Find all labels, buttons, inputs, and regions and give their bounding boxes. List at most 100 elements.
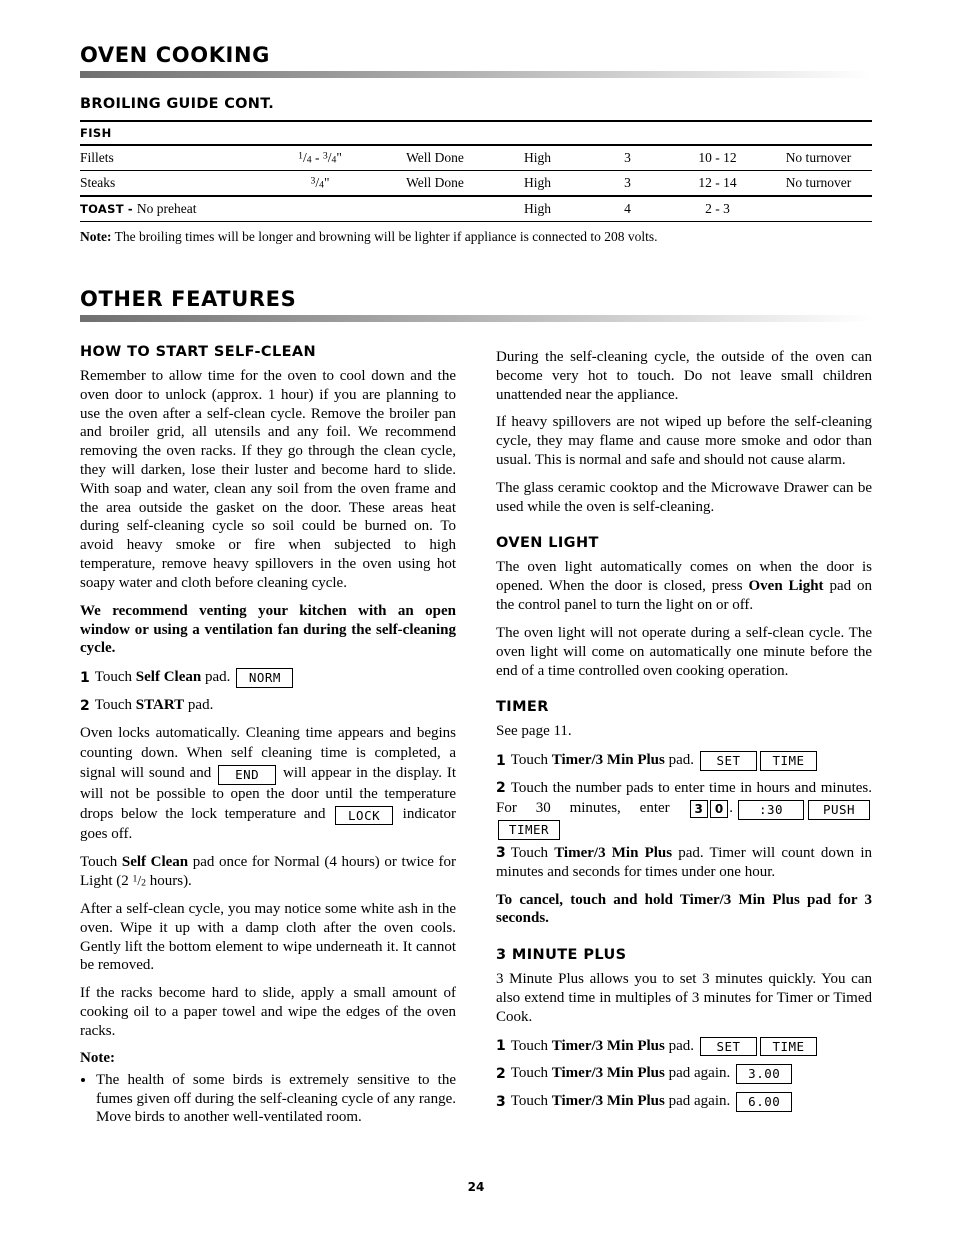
step-text-bold: Timer/3 Min Plus <box>551 1065 665 1082</box>
table-group-spacer-4 <box>585 120 670 146</box>
cell-note <box>765 195 872 222</box>
self-clean-step-2: 2 Touch START pad. <box>80 695 456 717</box>
toast-separator: - <box>127 202 133 217</box>
step-text-post: pad again. <box>664 1093 731 1110</box>
table-row: Fillets 1/4 - 3/4" Well Done High 3 10 -… <box>80 144 872 171</box>
cell-rack: 4 <box>585 195 670 222</box>
oven-light-paragraph-2: The oven light will not operate during a… <box>496 624 872 679</box>
three-min-plus-step-1: 1 Touch Timer/3 Min Plus pad. SET TIME <box>496 1036 872 1058</box>
oven-light-bold: Oven Light <box>748 578 824 595</box>
table-row-toast: TOAST - No preheat High 4 2 - 3 <box>80 195 872 222</box>
keypad-3: 3 <box>689 799 708 818</box>
left-column: HOW TO START SELF-CLEAN Remember to allo… <box>80 344 456 1129</box>
page-number: 24 <box>467 1180 485 1194</box>
self-clean-normal-light-paragraph: Touch Self Clean pad once for Normal (4 … <box>80 853 456 891</box>
step-text-pre: Touch <box>510 752 552 769</box>
cell-setting: High <box>490 195 585 222</box>
step-text-bold: START <box>135 696 185 713</box>
normal-pre: Touch <box>80 854 122 871</box>
self-clean-warning: We recommend venting your kitchen with a… <box>80 602 456 657</box>
step-text: Touch START pad. <box>95 695 214 717</box>
step-text-post: pad. <box>184 696 214 713</box>
step-text-bold: Timer/3 Min Plus <box>551 752 665 769</box>
right-column: During the self-cleaning cycle, the outs… <box>496 344 872 1129</box>
cell-rack: 3 <box>585 170 670 197</box>
self-clean-step-1: 1 Touch Self Clean pad. NORM <box>80 667 456 689</box>
normal-bold: Self Clean <box>121 854 189 871</box>
table-footnote: Note: The broiling times will be longer … <box>80 229 872 246</box>
timer-step-1: 1 Touch Timer/3 Min Plus pad. SET TIME <box>496 750 872 772</box>
cell-time: 12 - 14 <box>670 170 765 197</box>
timer-step-2: 2 Touch the number pads to enter time in … <box>496 778 872 840</box>
display-time: TIME <box>760 1036 818 1057</box>
step-text: Touch Timer/3 Min Plus pad again. <box>511 1091 730 1113</box>
cell-toast-label: TOAST - No preheat <box>80 195 490 222</box>
display-time: TIME <box>760 751 818 771</box>
cell-doneness: Well Done <box>380 144 490 171</box>
table-group-header-fish: FISH <box>80 120 260 146</box>
cell-time: 2 - 3 <box>670 195 765 222</box>
step-number: 1 <box>80 669 90 686</box>
timer-cancel-note: To cancel, touch and hold Timer/3 Min Pl… <box>496 891 872 927</box>
table-group-spacer-3 <box>490 120 585 146</box>
step-text-bold: Timer/3 Min Plus <box>551 1037 665 1054</box>
frac-sep: - <box>311 150 323 166</box>
self-clean-ash-paragraph: After a self-clean cycle, you may notice… <box>80 901 456 974</box>
other-features-gradient-rule <box>80 314 872 322</box>
display-norm: NORM <box>236 668 294 688</box>
step-text-post: pad. <box>664 1037 695 1054</box>
step-text: Touch Timer/3 Min Plus pad again. <box>511 1063 730 1085</box>
display-3-00: 3.00 <box>736 1064 793 1085</box>
self-clean-note-list: The health of some birds is extremely se… <box>80 1071 456 1127</box>
step-text-pre: Touch <box>510 1093 552 1110</box>
table-bottom-rule-row <box>80 221 872 223</box>
display-30: :30 <box>738 799 804 820</box>
display-push: PUSH <box>808 799 870 820</box>
right-hot-paragraph: During the self-cleaning cycle, the outs… <box>496 348 872 403</box>
cell-note: No turnover <box>765 144 872 171</box>
display-set: SET <box>700 1036 758 1057</box>
heading-timer: TIMER <box>496 699 549 716</box>
oven-light-paragraph-1: The oven light automatically comes on wh… <box>496 558 872 614</box>
cell-setting: High <box>490 144 585 171</box>
self-clean-paragraph-1: Remember to allow time for the oven to c… <box>80 367 456 591</box>
step-number: 3 <box>496 844 506 861</box>
step-text-bold: Timer/3 Min Plus <box>551 1093 665 1110</box>
broiling-guide-table: FISH Fillets 1/4 - 3/4" Well Done High 3… <box>80 120 872 223</box>
cell-rack: 3 <box>585 144 670 171</box>
step-text-post: pad. <box>201 669 231 686</box>
right-spillover-paragraph: If heavy spillovers are not wiped up bef… <box>496 414 872 469</box>
frac-suffix: " <box>323 175 330 191</box>
heading-how-to-start-self-clean: HOW TO START SELF-CLEAN <box>80 343 317 360</box>
toast-detail: No preheat <box>136 201 197 217</box>
timer-step-3: 3 Touch Timer/3 Min Plus pad. Timer will … <box>496 844 872 882</box>
table-group-spacer-6 <box>765 120 872 146</box>
self-clean-racks-paragraph: If the racks become hard to slide, apply… <box>80 985 456 1039</box>
table-row: Steaks 3/4" Well Done High 3 12 - 14 No … <box>80 170 872 197</box>
page-title-other-features: OTHER FEATURES <box>80 286 297 311</box>
right-cooktop-paragraph: The glass ceramic cooktop and the Microw… <box>496 479 872 515</box>
three-min-plus-step-2: 2 Touch Timer/3 Min Plus pad again. 3.00 <box>496 1063 872 1085</box>
step-number: 3 <box>496 1093 506 1110</box>
self-clean-lock-paragraph: Oven locks automatically. Cleaning time … <box>80 723 456 845</box>
cell-food: Steaks <box>80 170 260 197</box>
step-number: 2 <box>80 697 90 714</box>
self-clean-note-header: Note: <box>80 1049 115 1066</box>
step-text: Touch Timer/3 Min Plus pad. <box>511 750 694 772</box>
frac-suffix: " <box>336 150 342 166</box>
display-6-00: 6.00 <box>736 1092 793 1112</box>
step-text-pre: Touch <box>510 844 555 861</box>
three-min-plus-step-3: 3 Touch Timer/3 Min Plus pad again. 6.00 <box>496 1091 872 1113</box>
page-title-oven-cooking: OVEN COOKING <box>80 43 270 67</box>
step-number: 2 <box>496 1066 506 1083</box>
step-text: Touch Timer/3 Min Plus pad. <box>511 1036 694 1058</box>
heading-3-minute-plus: 3 MINUTE PLUS <box>496 947 627 964</box>
display-end: END <box>218 764 277 785</box>
cell-setting: High <box>490 170 585 197</box>
heading-oven-light: OVEN LIGHT <box>496 535 599 552</box>
normal-tail: hours). <box>145 873 192 890</box>
cell-thickness: 3/4" <box>260 170 380 197</box>
subtitle-broiling-guide: BROILING GUIDE CONT. <box>80 96 275 113</box>
step-text-post: pad again. <box>664 1065 731 1082</box>
step-number: 1 <box>496 752 506 769</box>
